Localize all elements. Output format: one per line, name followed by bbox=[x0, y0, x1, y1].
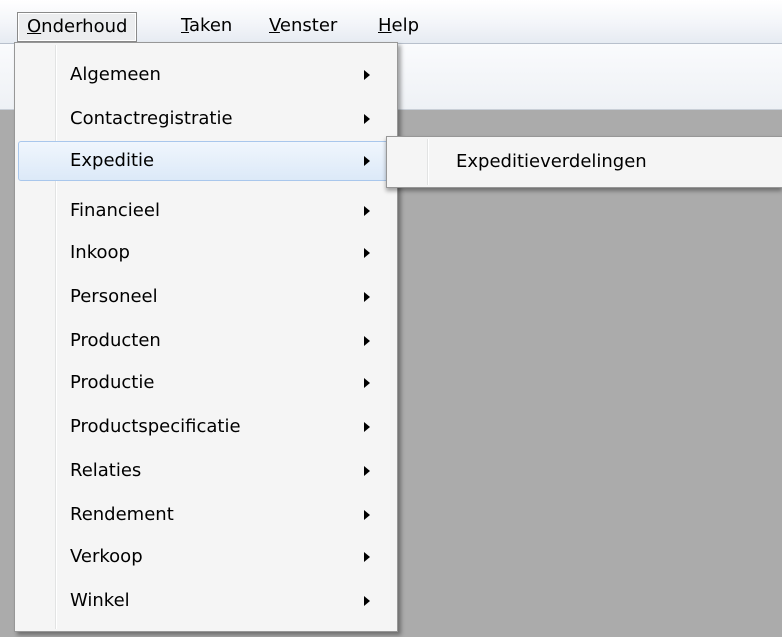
menu-item-label: Relaties bbox=[70, 460, 142, 481]
menu-item-label: Producten bbox=[70, 330, 161, 351]
submenu-arrow-icon bbox=[364, 510, 370, 520]
menu-item-inkoop[interactable]: Inkoop bbox=[18, 233, 394, 273]
menu-item-financieel[interactable]: Financieel bbox=[18, 191, 394, 231]
menu-item-label: Inkoop bbox=[70, 242, 130, 263]
menu-item-relaties[interactable]: Relaties bbox=[18, 451, 394, 491]
menu-taken-label: aken bbox=[189, 15, 233, 36]
menu-item-rendement[interactable]: Rendement bbox=[18, 495, 394, 535]
expeditie-submenu: Expeditieverdelingen bbox=[386, 136, 782, 188]
menu-item-productie[interactable]: Productie bbox=[18, 363, 394, 403]
menu-item-label: Productie bbox=[70, 372, 155, 393]
menu-taken[interactable]: Taken bbox=[172, 12, 241, 42]
submenu-arrow-icon bbox=[364, 466, 370, 476]
submenu-arrow-icon bbox=[364, 378, 370, 388]
menu-item-contactregistratie[interactable]: Contactregistratie bbox=[18, 99, 394, 139]
submenu-arrow-icon bbox=[364, 156, 370, 166]
submenu-arrow-icon bbox=[364, 114, 370, 124]
menu-item-label: Productspecificatie bbox=[70, 416, 241, 437]
menu-item-personeel[interactable]: Personeel bbox=[18, 277, 394, 317]
menu-venster-mnemonic: V bbox=[269, 15, 280, 36]
submenu-item-expeditieverdelingen[interactable]: Expeditieverdelingen bbox=[390, 141, 780, 183]
submenu-arrow-icon bbox=[364, 248, 370, 258]
menu-item-expeditie[interactable]: Expeditie bbox=[18, 141, 394, 181]
menu-item-algemeen[interactable]: Algemeen bbox=[18, 55, 394, 95]
menu-help[interactable]: Help bbox=[369, 12, 428, 42]
submenu-arrow-icon bbox=[364, 422, 370, 432]
menu-item-label: Verkoop bbox=[70, 546, 143, 567]
onderhoud-dropdown-menu: Algemeen Contactregistratie Expeditie Fi… bbox=[14, 42, 398, 632]
submenu-arrow-icon bbox=[364, 552, 370, 562]
menu-bar: Onderhoud Taken Venster Help bbox=[0, 0, 782, 44]
menu-help-mnemonic: H bbox=[378, 15, 392, 36]
submenu-arrow-icon bbox=[364, 292, 370, 302]
submenu-item-label: Expeditieverdelingen bbox=[456, 151, 647, 172]
menu-item-label: Financieel bbox=[70, 200, 160, 221]
menu-item-verkoop[interactable]: Verkoop bbox=[18, 537, 394, 577]
submenu-arrow-icon bbox=[364, 70, 370, 80]
menu-item-productspecificatie[interactable]: Productspecificatie bbox=[18, 407, 394, 447]
submenu-arrow-icon bbox=[364, 336, 370, 346]
menu-help-label: elp bbox=[391, 15, 420, 36]
menu-item-label: Algemeen bbox=[70, 64, 161, 85]
menu-onderhoud-label: nderhoud bbox=[41, 16, 128, 37]
menu-item-label: Winkel bbox=[70, 590, 130, 611]
submenu-arrow-icon bbox=[364, 596, 370, 606]
menu-item-label: Rendement bbox=[70, 504, 174, 525]
menu-item-producten[interactable]: Producten bbox=[18, 321, 394, 361]
menu-venster[interactable]: Venster bbox=[260, 12, 346, 42]
menu-item-label: Contactregistratie bbox=[70, 108, 233, 129]
menu-onderhoud[interactable]: Onderhoud bbox=[17, 12, 138, 42]
menu-venster-label: enster bbox=[279, 15, 338, 36]
menu-taken-mnemonic: T bbox=[181, 15, 190, 36]
submenu-arrow-icon bbox=[364, 206, 370, 216]
menu-item-label: Personeel bbox=[70, 286, 158, 307]
menu-onderhoud-mnemonic: O bbox=[27, 16, 42, 37]
menu-item-winkel[interactable]: Winkel bbox=[18, 581, 394, 621]
menu-item-label: Expeditie bbox=[70, 150, 155, 171]
